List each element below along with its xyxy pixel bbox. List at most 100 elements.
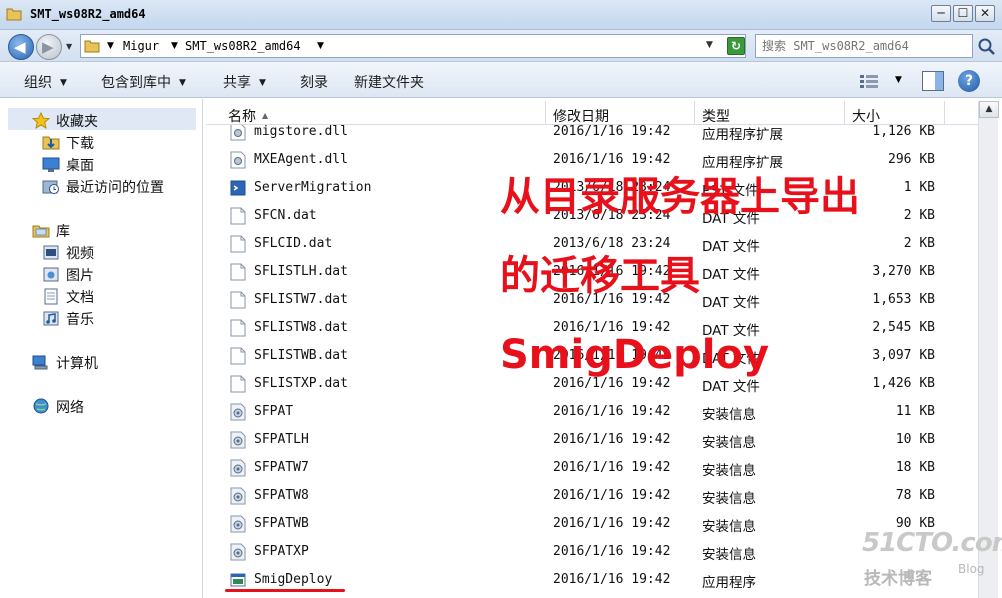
library-icon xyxy=(32,225,50,238)
file-row[interactable]: SFPATW7 2016/1/16 19:42 安装信息 18 KB xyxy=(206,453,978,481)
dat-file-icon xyxy=(230,207,246,225)
column-header-type[interactable]: 类型 xyxy=(695,101,845,125)
inf-file-icon xyxy=(230,515,246,533)
inf-file-icon xyxy=(230,487,246,505)
file-date: 2016/1/16 19:42 xyxy=(553,572,671,587)
file-name: SFLISTW7.dat xyxy=(254,292,348,307)
new-folder-button[interactable]: 新建文件夹 xyxy=(354,72,424,92)
file-type: 安装信息 xyxy=(702,407,756,423)
file-size: 2 KB xyxy=(903,208,935,223)
title-bar: SMT_ws08R2_amd64 ─ ☐ ✕ xyxy=(0,0,1002,30)
video-icon xyxy=(43,245,59,260)
chevron-down-icon[interactable]: ▼ xyxy=(171,41,178,51)
close-button[interactable]: ✕ xyxy=(975,5,995,22)
exe-file-icon xyxy=(230,571,246,589)
chevron-down-icon[interactable]: ▼ xyxy=(895,75,902,85)
nav-favorites[interactable]: 收藏夹 xyxy=(32,111,98,131)
breadcrumb-item[interactable]: SMT_ws08R2_amd64 xyxy=(185,39,301,53)
file-type: 安装信息 xyxy=(702,519,756,535)
share-menu[interactable]: 共享 ▼ xyxy=(223,72,266,92)
file-date: 2016/1/16 19:42 xyxy=(553,488,671,503)
nav-label: 文档 xyxy=(66,290,94,306)
nav-pictures[interactable]: 图片 xyxy=(43,265,94,285)
nav-label: 计算机 xyxy=(56,356,98,372)
ps1-file-icon xyxy=(230,179,246,197)
chevron-down-icon: ▼ xyxy=(60,78,67,88)
file-type: 安装信息 xyxy=(702,435,756,451)
chevron-down-icon[interactable]: ▼ xyxy=(107,41,114,51)
search-input[interactable] xyxy=(762,38,942,54)
forward-button[interactable]: ▶ xyxy=(36,34,62,60)
refresh-button[interactable]: ↻ xyxy=(727,37,745,55)
minimize-button[interactable]: ─ xyxy=(931,5,951,22)
file-name: migstore.dll xyxy=(254,125,348,139)
inf-file-icon xyxy=(230,403,246,421)
nav-label: 视频 xyxy=(66,246,94,262)
file-name: SFLISTW8.dat xyxy=(254,320,348,335)
organize-label: 组织 xyxy=(24,75,52,91)
file-row[interactable]: SFPAT 2016/1/16 19:42 安装信息 11 KB xyxy=(206,397,978,425)
organize-menu[interactable]: 组织 ▼ xyxy=(24,72,67,92)
dat-file-icon xyxy=(230,263,246,281)
file-name: SFLISTXP.dat xyxy=(254,376,348,391)
file-name: SFLCID.dat xyxy=(254,236,333,251)
nav-videos[interactable]: 视频 xyxy=(43,243,94,263)
file-size: 3,097 KB xyxy=(872,348,935,363)
picture-icon xyxy=(43,267,59,282)
column-header-name[interactable]: 名称 xyxy=(206,101,546,125)
nav-recent-places[interactable]: 最近访问的位置 xyxy=(42,177,164,197)
nav-libraries[interactable]: 库 xyxy=(32,221,70,241)
file-row[interactable]: SFPATW8 2016/1/16 19:42 安装信息 78 KB xyxy=(206,481,978,509)
file-row[interactable]: SFPATLH 2016/1/16 19:42 安装信息 10 KB xyxy=(206,425,978,453)
maximize-button[interactable]: ☐ xyxy=(953,5,973,22)
file-type: 安装信息 xyxy=(702,491,756,507)
watermark-brand: 51CTO.com xyxy=(862,528,1002,558)
nav-label: 桌面 xyxy=(66,158,94,174)
column-header-date[interactable]: 修改日期 xyxy=(546,101,695,125)
nav-documents[interactable]: 文档 xyxy=(44,287,94,307)
chevron-down-icon[interactable]: ▼ xyxy=(317,41,324,51)
include-library-menu[interactable]: 包含到库中 ▼ xyxy=(101,72,186,92)
column-header-size[interactable]: 大小 xyxy=(845,101,945,125)
nav-label: 图片 xyxy=(66,268,94,284)
file-name: SFPATW7 xyxy=(254,460,309,475)
back-button[interactable]: ◀ xyxy=(8,34,34,60)
burn-button[interactable]: 刻录 xyxy=(300,72,328,92)
file-size: 2 KB xyxy=(903,236,935,251)
dat-file-icon xyxy=(230,235,246,253)
address-dropdown[interactable]: ▼ xyxy=(706,40,713,50)
star-icon xyxy=(32,112,50,129)
file-name: MXEAgent.dll xyxy=(254,152,348,167)
inf-file-icon xyxy=(230,459,246,477)
scroll-up-button[interactable]: ▲ xyxy=(979,101,999,118)
dat-file-icon xyxy=(230,375,246,393)
file-size: 2,545 KB xyxy=(872,320,935,335)
file-size: 78 KB xyxy=(895,488,935,503)
help-icon[interactable]: ? xyxy=(958,70,980,92)
watermark-blog: Blog xyxy=(958,562,985,576)
recent-pages-dropdown[interactable]: ▼ xyxy=(66,42,72,51)
file-name: SFCN.dat xyxy=(254,208,317,223)
nav-label: 库 xyxy=(56,224,70,240)
vertical-scrollbar[interactable]: ▲ xyxy=(978,101,999,598)
file-type: 应用程序 xyxy=(702,575,756,591)
preview-pane-icon[interactable] xyxy=(922,71,944,91)
file-size: 1 KB xyxy=(903,180,935,195)
nav-desktop[interactable]: 桌面 xyxy=(42,155,94,175)
view-options-icon[interactable] xyxy=(859,73,879,89)
file-type: 安装信息 xyxy=(702,547,756,563)
nav-network[interactable]: 网络 xyxy=(33,397,84,417)
nav-computer[interactable]: 计算机 xyxy=(32,353,98,373)
file-size: 1,653 KB xyxy=(872,292,935,307)
window-title: SMT_ws08R2_amd64 xyxy=(30,7,146,21)
file-row[interactable]: migstore.dll 2016/1/16 19:42 应用程序扩展 1,126 K… xyxy=(206,125,978,145)
arrow-right-icon: ▶ xyxy=(42,38,54,56)
file-name: SFPATWB xyxy=(254,516,309,531)
address-bar[interactable]: ▼ Migur ▼ SMT_ws08R2_amd64 ▼ xyxy=(80,34,746,58)
search-box[interactable] xyxy=(755,34,973,58)
nav-downloads[interactable]: 下载 xyxy=(42,133,94,153)
nav-music[interactable]: 音乐 xyxy=(43,309,94,329)
breadcrumb-item[interactable]: Migur xyxy=(123,39,159,53)
search-icon[interactable] xyxy=(977,37,997,57)
inf-file-icon xyxy=(230,431,246,449)
